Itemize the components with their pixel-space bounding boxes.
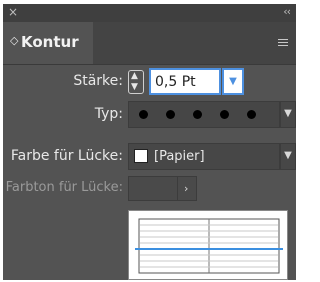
farbton-label: Farbton für Lücke: (5, 180, 123, 195)
color-swatch (134, 149, 148, 163)
pattern-dot (193, 110, 202, 119)
pattern-dot (247, 110, 256, 119)
farbton-arrow-button[interactable]: › (177, 176, 197, 201)
chevron-down-icon: ▼ (284, 108, 292, 119)
staerke-label: Stärke: (73, 73, 123, 89)
tab-title: Kontur (21, 33, 79, 51)
typ-label: Typ: (94, 106, 123, 122)
stepper-up-icon[interactable]: ▲ (131, 72, 138, 81)
chevron-right-icon: › (184, 182, 189, 195)
staerke-dropdown-button[interactable]: ▼ (222, 68, 244, 95)
farbe-label: Farbe für Lücke: (10, 148, 123, 164)
typ-dropdown-button[interactable]: ▼ (280, 101, 296, 128)
farbton-input[interactable] (128, 176, 178, 201)
close-icon[interactable]: × (8, 5, 18, 19)
stroke-preview (128, 210, 288, 280)
pattern-dot (166, 110, 175, 119)
stepper-icon[interactable]: ▲ ▼ (128, 70, 144, 94)
kontur-panel: × ‹‹ ◇ Kontur Stärke: ▲ ▼ 0,5 Pt ▼ Typ: … (3, 4, 296, 280)
preview-graphic (135, 218, 283, 274)
staerke-input[interactable]: 0,5 Pt (149, 68, 221, 95)
typ-select[interactable] (128, 101, 280, 128)
farbe-dropdown-button[interactable]: ▼ (280, 143, 296, 170)
tab-kontur[interactable]: ◇ Kontur (3, 22, 93, 64)
farbe-value: [Papier] (154, 149, 205, 164)
pattern-dot (139, 110, 148, 119)
chevron-down-icon: ▼ (229, 76, 237, 87)
pattern-dot (220, 110, 229, 119)
chevron-down-icon: ▼ (284, 150, 292, 161)
collapse-icon[interactable]: ‹‹ (283, 5, 291, 19)
stepper-down-icon[interactable]: ▼ (131, 83, 138, 92)
panel-titlebar: × ‹‹ (3, 4, 296, 22)
farbe-select[interactable]: [Papier] (128, 143, 280, 170)
panel-menu-icon[interactable] (278, 39, 288, 46)
panel-tabbar: ◇ Kontur (3, 22, 296, 65)
expand-toggle-icon[interactable]: ◇ (10, 35, 18, 47)
